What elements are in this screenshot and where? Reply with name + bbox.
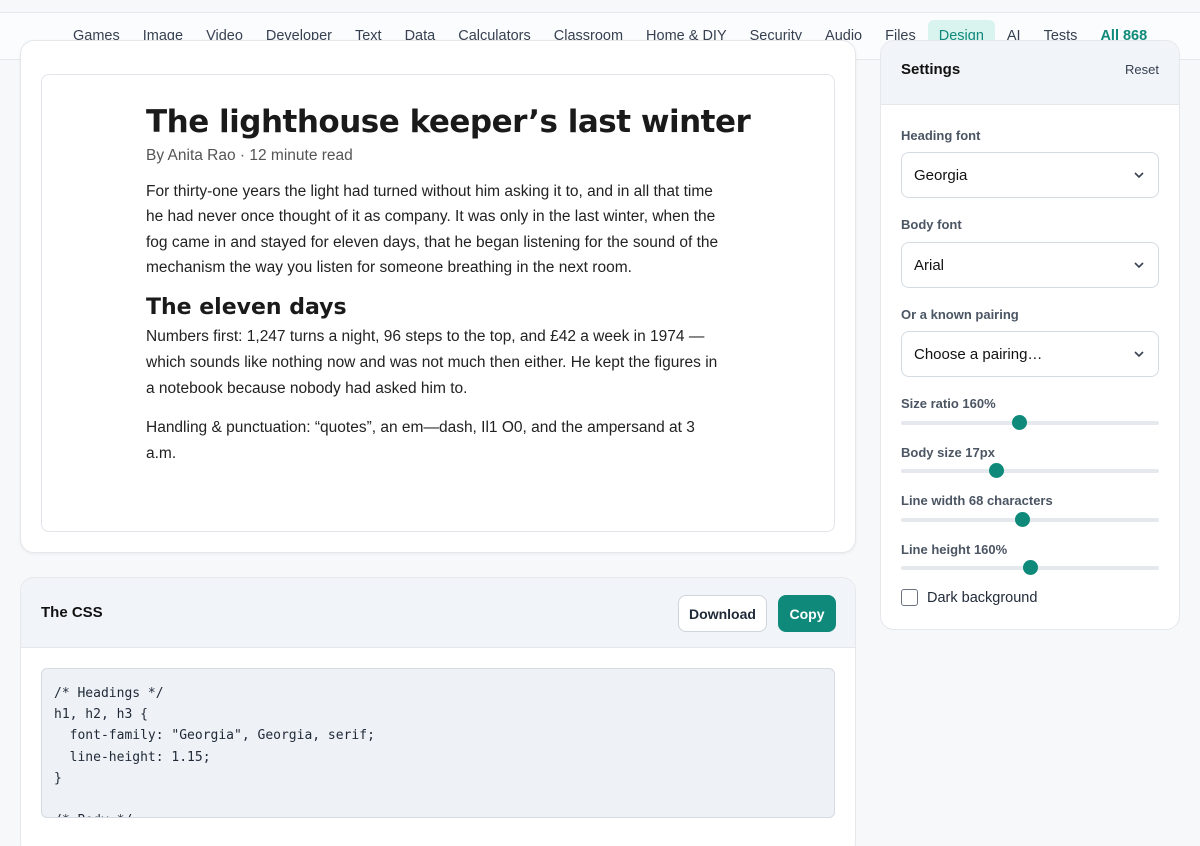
pairing-select[interactable]: Choose a pairing… — [901, 331, 1159, 377]
line-height-label: Line height 160% — [901, 542, 1008, 557]
line-height-thumb[interactable] — [1022, 560, 1038, 575]
dark-background-label: Dark background — [927, 589, 1038, 606]
article-paragraph-1: For thirty-one years the light had turne… — [146, 182, 719, 277]
size-ratio-slider[interactable] — [901, 415, 1159, 430]
pairing-value: Choose a pairing… — [914, 345, 1043, 363]
body-font-select[interactable]: Arial — [901, 242, 1159, 288]
copy-button[interactable]: Copy — [778, 595, 836, 632]
line-height-slider[interactable] — [901, 560, 1159, 575]
body-size-thumb[interactable] — [988, 463, 1004, 478]
body-size-slider[interactable] — [901, 463, 1159, 478]
settings-title: Settings — [901, 61, 961, 78]
css-code-textarea[interactable]: /* Headings */ h1, h2, h3 { font-family:… — [41, 668, 835, 818]
dark-background-checkbox[interactable] — [901, 589, 918, 606]
size-ratio-thumb[interactable] — [1012, 415, 1028, 430]
line-width-slider[interactable] — [901, 512, 1159, 527]
css-card-title: The CSS — [41, 604, 103, 621]
article-subheading: The eleven days — [146, 295, 347, 321]
article-title: The lighthouse keeper’s last winter — [146, 104, 751, 140]
body-size-label: Body size 17px — [901, 445, 995, 460]
size-ratio-label: Size ratio 160% — [901, 396, 996, 411]
article-paragraph-2: Numbers first: 1,247 turns a night, 96 s… — [146, 328, 718, 397]
heading-font-value: Georgia — [914, 166, 968, 184]
line-width-label: Line width 68 characters — [901, 493, 1053, 508]
article-byline: By Anita Rao · 12 minute read — [146, 146, 353, 164]
heading-font-label: Heading font — [901, 128, 981, 143]
settings-header: Settings Reset — [881, 41, 1179, 105]
top-strip — [0, 0, 1200, 12]
pairing-label: Or a known pairing — [901, 307, 1019, 322]
chevron-down-icon — [1134, 172, 1144, 179]
heading-font-select[interactable]: Georgia — [901, 152, 1159, 198]
dark-background-toggle[interactable]: Dark background — [901, 589, 1037, 606]
css-card-header: The CSS Download Copy — [21, 578, 855, 648]
body-font-label: Body font — [901, 217, 962, 232]
reset-button[interactable]: Reset — [1125, 62, 1159, 77]
article-preview: The lighthouse keeper’s last winter By A… — [41, 74, 835, 532]
body-font-value: Arial — [914, 256, 945, 274]
chevron-down-icon — [1134, 262, 1144, 269]
line-width-thumb[interactable] — [1014, 512, 1030, 527]
article-paragraph-3: Handling & punctuation: “quotes”, an em—… — [146, 419, 695, 462]
chevron-down-icon — [1134, 351, 1144, 358]
css-output-card: The CSS Download Copy /* Headings */ h1,… — [20, 577, 856, 846]
settings-panel: Settings Reset Heading font Georgia Body… — [880, 40, 1180, 630]
download-button[interactable]: Download — [678, 595, 767, 632]
